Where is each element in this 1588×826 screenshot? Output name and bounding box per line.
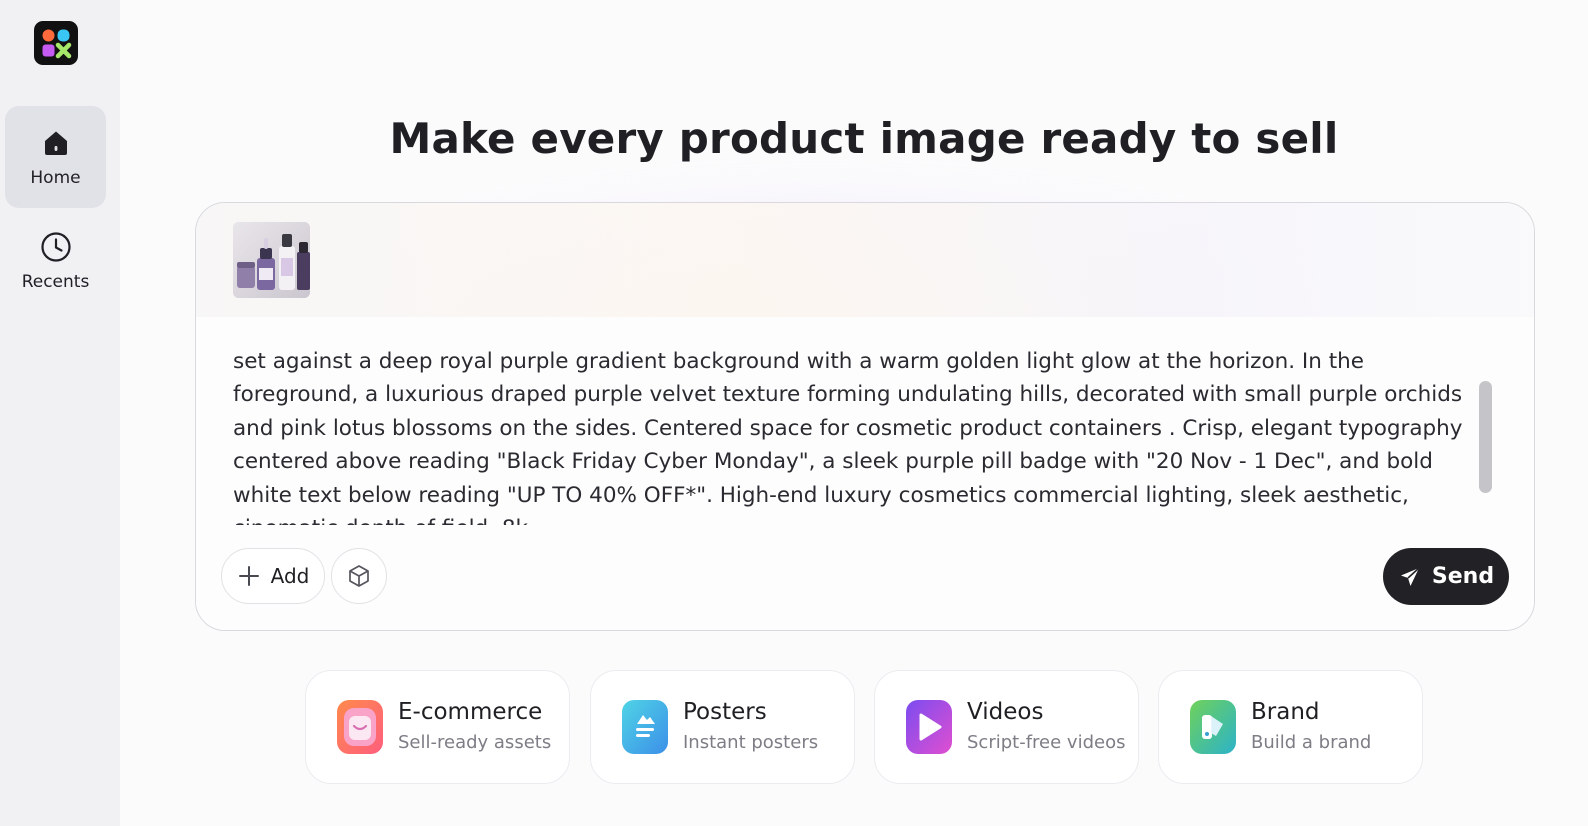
card-brand[interactable]: Brand Build a brand <box>1158 670 1423 784</box>
poster-icon <box>622 700 668 754</box>
sidebar-item-recents[interactable]: Recents <box>5 210 106 312</box>
prompt-composer: set against a deep royal purple gradient… <box>195 202 1535 631</box>
page-title: Make every product image ready to sell <box>389 114 1339 163</box>
clock-icon <box>40 232 71 262</box>
home-icon <box>44 131 67 155</box>
card-title: Posters <box>683 699 767 725</box>
card-subtitle: Script-free videos <box>967 732 1126 753</box>
send-button[interactable]: Send <box>1383 548 1509 605</box>
app-logo-icon[interactable] <box>34 21 78 65</box>
card-posters[interactable]: Posters Instant posters <box>590 670 855 784</box>
card-title: Brand <box>1251 699 1320 725</box>
app-root: Home Recents Make every product image re… <box>0 0 1588 826</box>
send-icon <box>1400 566 1420 586</box>
card-subtitle: Instant posters <box>683 732 819 753</box>
attachment-area <box>196 203 1534 317</box>
play-icon <box>906 700 952 754</box>
3d-model-button[interactable] <box>331 548 387 604</box>
sidebar-item-home[interactable]: Home <box>5 106 106 208</box>
sidebar-item-label: Recents <box>21 272 90 292</box>
card-title: E-commerce <box>398 699 543 725</box>
sidebar: Home Recents <box>0 0 120 826</box>
card-ecommerce[interactable]: E-commerce Sell-ready assets <box>305 670 570 784</box>
prompt-textarea[interactable]: set against a deep royal purple gradient… <box>233 345 1471 525</box>
attached-product-image[interactable] <box>233 222 310 298</box>
shopping-bag-icon <box>337 700 383 754</box>
send-button-label: Send <box>1431 564 1495 589</box>
card-subtitle: Build a brand <box>1251 732 1372 753</box>
card-videos[interactable]: Videos Script-free videos <box>874 670 1139 784</box>
add-button[interactable]: Add <box>221 548 325 604</box>
add-button-label: Add <box>270 564 310 588</box>
plus-icon <box>238 566 259 586</box>
card-title: Videos <box>967 699 1044 725</box>
prompt-scrollbar[interactable] <box>1479 381 1492 493</box>
brand-swatch-icon <box>1190 700 1236 754</box>
cube-icon <box>349 565 369 587</box>
sidebar-item-label: Home <box>30 168 81 188</box>
card-subtitle: Sell-ready assets <box>398 732 552 753</box>
